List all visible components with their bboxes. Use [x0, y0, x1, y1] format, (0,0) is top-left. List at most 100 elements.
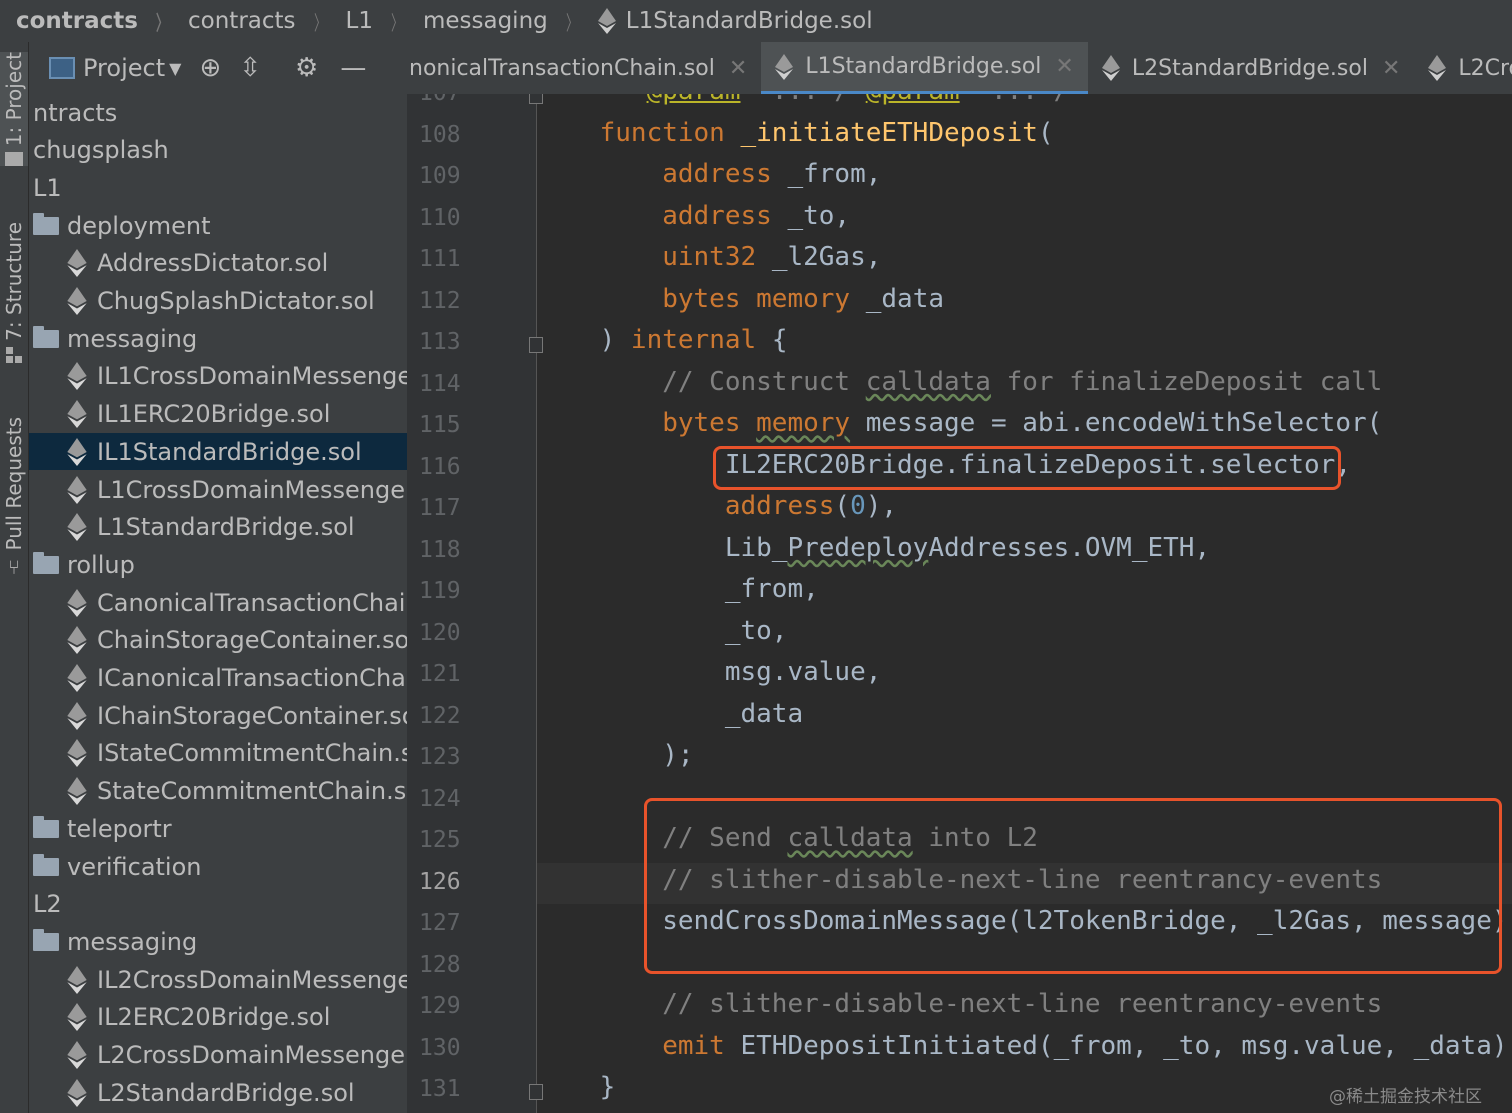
- project-panel: Project ▼ ⊕ ⇳ ⚙ — ntracts chugsplash L1 dep…: [29, 42, 407, 1113]
- tree-file[interactable]: IL1ERC20Bridge.sol: [29, 396, 407, 433]
- close-tab-icon[interactable]: ✕: [729, 56, 747, 81]
- tree-file[interactable]: IStateCommitmentChain.sol: [29, 735, 407, 772]
- breadcrumb-item[interactable]: contracts 〉: [0, 7, 172, 36]
- editor-tab-bar: nonicalTransactionChain.sol ✕ L1StandardBr…: [407, 42, 1512, 95]
- solidity-file-icon: [67, 588, 87, 617]
- tree-item-label: messaging: [67, 324, 198, 353]
- tree-folder[interactable]: messaging: [29, 320, 407, 357]
- tool-window-strip: 1: Project 7: Structure Pull Requests ⑂: [0, 42, 29, 1113]
- tree-file[interactable]: ICanonicalTransactionChain: [29, 660, 407, 697]
- tree-file[interactable]: IL1CrossDomainMessenger: [29, 358, 407, 395]
- project-tool-tab[interactable]: 1: Project: [0, 52, 28, 167]
- gear-icon[interactable]: ⚙: [295, 53, 318, 83]
- solidity-file-icon: [67, 1078, 87, 1107]
- code-line: emit ETHDepositInitiated(_from, _to, msg…: [537, 1031, 1512, 1061]
- tree-item[interactable]: L1: [29, 169, 407, 206]
- solidity-file-icon: [67, 701, 87, 730]
- structure-tool-tab-label: 7: Structure: [2, 222, 26, 341]
- line-number: 114: [419, 370, 461, 397]
- tree-file[interactable]: AddressDictator.sol: [29, 245, 407, 282]
- solidity-file-icon: [67, 965, 87, 994]
- tree-file[interactable]: IL2CrossDomainMessenger: [29, 961, 407, 998]
- tree-file[interactable]: ChugSplashDictator.sol: [29, 283, 407, 320]
- hide-panel-icon[interactable]: —: [340, 53, 366, 83]
- chevron-down-icon[interactable]: ▼: [169, 59, 181, 78]
- code-token: @param: [866, 94, 960, 106]
- line-number: 107: [419, 94, 479, 106]
- editor-tab[interactable]: L1StandardBridge.sol ✕: [761, 42, 1088, 94]
- breadcrumb-item[interactable]: contracts 〉: [172, 7, 330, 36]
- tree-file[interactable]: L2CrossDomainMessenger: [29, 1037, 407, 1074]
- tree-item[interactable]: chugsplash: [29, 132, 407, 169]
- code-token: Lib_: [537, 532, 788, 563]
- fold-marker-icon[interactable]: [529, 337, 543, 353]
- code-line: address(0),: [537, 491, 897, 521]
- breadcrumb: contracts 〉 contracts 〉 L1 〉 messaging 〉 L1Stand…: [0, 0, 1512, 43]
- solidity-file-icon: [67, 362, 87, 391]
- editor-tab[interactable]: nonicalTransactionChain.sol ✕: [407, 42, 761, 94]
- close-tab-icon[interactable]: ✕: [1382, 56, 1400, 81]
- project-view-selector[interactable]: Project: [83, 54, 165, 82]
- folder-icon: [33, 212, 59, 235]
- locate-file-icon[interactable]: ⊕: [199, 53, 221, 83]
- tree-file[interactable]: L2StandardBridge.sol: [29, 1074, 407, 1111]
- structure-tool-tab[interactable]: 7: Structure: [0, 222, 28, 363]
- tree-file[interactable]: L1StandardBridge.sol: [29, 509, 407, 546]
- pull-requests-tool-tab[interactable]: Pull Requests ⑂: [0, 417, 28, 579]
- code-line: Lib_PredeployAddresses.OVM_ETH,: [537, 533, 1210, 563]
- editor-tab[interactable]: L2StandardBridge.sol ✕: [1088, 42, 1415, 94]
- editor-tab-label: nonicalTransactionChain.sol: [409, 55, 715, 81]
- tree-item-label: L2: [33, 890, 62, 919]
- tree-item-label: IL1StandardBridge.sol: [97, 437, 362, 466]
- tree-folder[interactable]: teleportr: [29, 810, 407, 847]
- tree-file[interactable]: IL1StandardBridge.sol: [29, 433, 407, 471]
- breadcrumb-item[interactable]: L1 〉: [330, 7, 407, 36]
- breadcrumb-item[interactable]: messaging 〉: [407, 7, 582, 36]
- code-token: *...*/: [960, 94, 1069, 106]
- code-token: address: [537, 200, 788, 231]
- tree-file[interactable]: CanonicalTransactionChain: [29, 584, 407, 621]
- tree-folder[interactable]: messaging: [29, 923, 407, 960]
- fold-marker-icon[interactable]: [529, 94, 543, 104]
- breadcrumb-item[interactable]: L1StandardBridge.sol: [582, 8, 873, 34]
- tree-item-label: IChainStorageContainer.sol: [97, 701, 407, 730]
- code-line: _to,: [537, 616, 788, 646]
- code-line: _from,: [537, 574, 819, 604]
- solidity-file-icon: [67, 739, 87, 768]
- editor-tab[interactable]: L2CrossDomainMessenger.sol: [1414, 42, 1512, 94]
- code-line: bytes memory message = abi.encodeWithSel…: [537, 408, 1382, 438]
- line-number: 109: [419, 163, 461, 189]
- tree-folder[interactable]: rollup: [29, 546, 407, 583]
- tree-folder[interactable]: deployment: [29, 207, 407, 244]
- collapse-all-icon[interactable]: ⇳: [239, 53, 261, 83]
- code-token: Predeploy: [787, 532, 929, 563]
- code-token: *...*/: [741, 94, 866, 106]
- tree-file[interactable]: L1CrossDomainMessenger: [29, 471, 407, 508]
- solidity-file-icon: [67, 664, 87, 692]
- selector-highlight-box: [713, 446, 1341, 490]
- line-number: 131: [419, 1076, 461, 1102]
- code-token: _initiateETHDeposit: [740, 117, 1038, 148]
- tree-folder[interactable]: verification: [29, 848, 407, 885]
- code-token: function: [537, 117, 741, 148]
- chevron-right-icon: 〉: [313, 10, 326, 35]
- line-number: 128: [419, 951, 461, 978]
- code-line: * @param *...*/ @param *...*/: [537, 94, 1069, 106]
- chevron-right-icon: 〉: [565, 10, 578, 35]
- code-token: _data: [865, 283, 945, 314]
- tree-item-label: IL1CrossDomainMessenger: [97, 362, 407, 391]
- tree-item[interactable]: L2: [29, 886, 407, 923]
- tree-item-label: chugsplash: [33, 136, 169, 165]
- line-number: 110: [419, 204, 461, 231]
- tree-file[interactable]: IL2ERC20Bridge.sol: [29, 999, 407, 1036]
- code-line: function _initiateETHDeposit(: [537, 118, 1054, 148]
- tree-file[interactable]: IChainStorageContainer.sol: [29, 697, 407, 734]
- close-tab-icon[interactable]: ✕: [1055, 54, 1073, 79]
- tree-file[interactable]: StateCommitmentChain.sol: [29, 773, 407, 810]
- code-token: _data: [537, 698, 804, 729]
- code-editor[interactable]: 107 108 109 110 111 112 113 114 115 116 117 118 119 1…: [407, 94, 1512, 1113]
- folder-icon: [33, 853, 59, 876]
- tree-item[interactable]: ntracts: [29, 94, 407, 131]
- fold-marker-icon[interactable]: [529, 1084, 543, 1100]
- tree-file[interactable]: ChainStorageContainer.sol: [29, 622, 407, 659]
